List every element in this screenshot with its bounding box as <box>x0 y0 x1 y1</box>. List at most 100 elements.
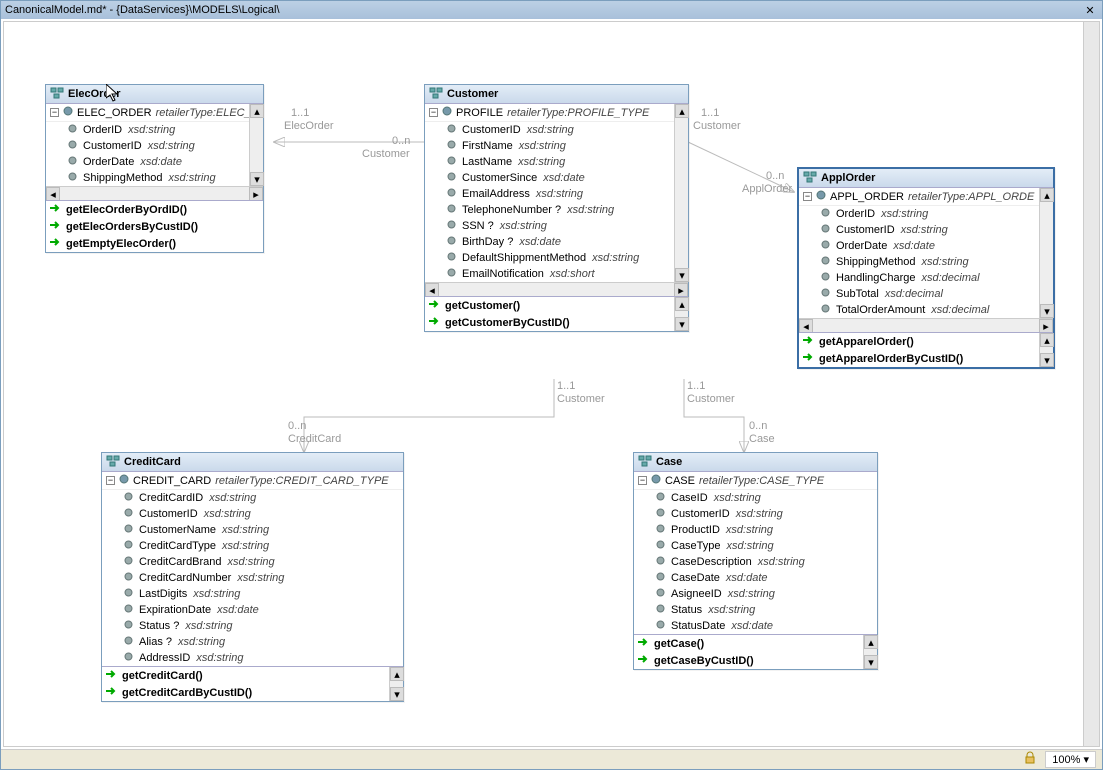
attr-row[interactable]: LastNamexsd:string <box>447 154 688 170</box>
method-row[interactable]: getCaseByCustID() <box>634 652 877 669</box>
method-name: getElecOrdersByCustID() <box>66 221 198 233</box>
attr-row[interactable]: EmailAddressxsd:string <box>447 186 688 202</box>
attr-type: xsd:string <box>708 604 755 616</box>
attr-row[interactable]: CustomerSincexsd:date <box>447 170 688 186</box>
attr-row[interactable]: BirthDay ?xsd:date <box>447 234 688 250</box>
entity-hscroll[interactable]: ◂▸ <box>799 318 1053 332</box>
attr-row[interactable]: CaseDatexsd:date <box>656 570 877 586</box>
methods-vscroll[interactable]: ▴▾ <box>863 635 877 669</box>
entity-vscroll[interactable]: ▴▾ <box>249 104 263 186</box>
method-row[interactable]: getEmptyElecOrder() <box>46 235 263 252</box>
attr-row[interactable]: CustomerIDxsd:string <box>124 506 403 522</box>
attr-row[interactable]: EmailNotificationxsd:short <box>447 266 688 282</box>
attr-row[interactable]: AsigneeIDxsd:string <box>656 586 877 602</box>
attr-row[interactable]: CreditCardIDxsd:string <box>124 490 403 506</box>
collapse-icon[interactable]: − <box>429 108 438 117</box>
attr-row[interactable]: CaseTypexsd:string <box>656 538 877 554</box>
attr-row[interactable]: OrderIDxsd:string <box>821 206 1053 222</box>
attr-row[interactable]: CustomerIDxsd:string <box>68 138 263 154</box>
attr-row[interactable]: CreditCardBrandxsd:string <box>124 554 403 570</box>
entity-header[interactable]: Customer <box>425 85 688 104</box>
zoom-combo[interactable]: 100% ▾ <box>1045 751 1096 768</box>
titlebar[interactable]: CanonicalModel.md* - {DataServices}\MODE… <box>1 1 1102 19</box>
entity-header[interactable]: Case <box>634 453 877 472</box>
entity-header[interactable]: ElecOrder <box>46 85 263 104</box>
type-bullet-icon <box>119 474 129 487</box>
entity-hscroll[interactable]: ◂▸ <box>46 186 263 200</box>
attr-row[interactable]: CustomerIDxsd:string <box>821 222 1053 238</box>
collapse-icon[interactable]: − <box>50 108 59 117</box>
type-row[interactable]: − ELEC_ORDER retailerType:ELEC_ <box>46 104 263 122</box>
methods-vscroll[interactable]: ▴▾ <box>389 667 403 701</box>
attr-row[interactable]: CaseDescriptionxsd:string <box>656 554 877 570</box>
attr-row[interactable]: CaseIDxsd:string <box>656 490 877 506</box>
attr-row[interactable]: LastDigitsxsd:string <box>124 586 403 602</box>
method-row[interactable]: getElecOrderByOrdID() <box>46 201 263 218</box>
attr-row[interactable]: Alias ?xsd:string <box>124 634 403 650</box>
attr-row[interactable]: DefaultShippmentMethodxsd:string <box>447 250 688 266</box>
method-row[interactable]: getCreditCard() <box>102 667 403 684</box>
entity-header[interactable]: CreditCard <box>102 453 403 472</box>
method-row[interactable]: getApparelOrder() <box>799 333 1053 350</box>
attr-bullet-icon <box>447 188 456 200</box>
type-bullet-icon <box>816 190 826 203</box>
attr-row[interactable]: CustomerIDxsd:string <box>656 506 877 522</box>
attr-row[interactable]: CustomerNamexsd:string <box>124 522 403 538</box>
diagram-canvas[interactable]: 1..1 ElecOrder 0..n Customer 1..1 Custom… <box>4 22 1099 746</box>
entity-hscroll[interactable]: ◂▸ <box>425 282 688 296</box>
statusbar: 100% ▾ <box>1 749 1102 769</box>
collapse-icon[interactable]: − <box>803 192 812 201</box>
attr-type: xsd:string <box>728 588 775 600</box>
method-row[interactable]: getCustomer() <box>425 297 688 314</box>
attr-row[interactable]: ShippingMethodxsd:string <box>68 170 263 186</box>
attr-bullet-icon <box>821 224 830 236</box>
methods-vscroll[interactable]: ▴▾ <box>1039 333 1053 367</box>
attr-row[interactable]: ShippingMethodxsd:string <box>821 254 1053 270</box>
entity-vscroll[interactable]: ▴▾ <box>1039 188 1053 318</box>
attr-row[interactable]: OrderDatexsd:date <box>821 238 1053 254</box>
attr-row[interactable]: SSN ?xsd:string <box>447 218 688 234</box>
attr-row[interactable]: TotalOrderAmountxsd:decimal <box>821 302 1053 318</box>
attr-row[interactable]: ProductIDxsd:string <box>656 522 877 538</box>
attr-row[interactable]: CreditCardTypexsd:string <box>124 538 403 554</box>
attr-row[interactable]: Status ?xsd:string <box>124 618 403 634</box>
conn-appl-far-card: 0..n <box>766 170 784 182</box>
attr-row[interactable]: Statusxsd:string <box>656 602 877 618</box>
type-row[interactable]: − PROFILE retailerType:PROFILE_TYPE <box>425 104 688 122</box>
attr-row[interactable]: ExpirationDatexsd:date <box>124 602 403 618</box>
type-row[interactable]: − CASE retailerType:CASE_TYPE <box>634 472 877 490</box>
type-name: PROFILE <box>456 107 503 119</box>
attr-row[interactable]: TelephoneNumber ?xsd:string <box>447 202 688 218</box>
attr-row[interactable]: HandlingChargexsd:decimal <box>821 270 1053 286</box>
entity-elecorder[interactable]: ElecOrder − ELEC_ORDER retailerType:ELEC… <box>45 84 264 253</box>
entity-vscroll[interactable]: ▴▾ <box>674 104 688 282</box>
attr-row[interactable]: AddressIDxsd:string <box>124 650 403 666</box>
collapse-icon[interactable]: − <box>638 476 647 485</box>
attr-name: AddressID <box>139 652 190 664</box>
attr-row[interactable]: CreditCardNumberxsd:string <box>124 570 403 586</box>
attr-row[interactable]: OrderDatexsd:date <box>68 154 263 170</box>
entity-applorder[interactable]: ApplOrder − APPL_ORDER retailerType:APPL… <box>797 167 1055 369</box>
attr-name: EmailNotification <box>462 268 544 280</box>
method-row[interactable]: getCreditCardByCustID() <box>102 684 403 701</box>
entity-header[interactable]: ApplOrder <box>799 169 1053 188</box>
methods-vscroll[interactable]: ▴▾ <box>674 297 688 331</box>
conn-elec-far-card: 0..n <box>392 135 410 147</box>
conn-elec-near-name: ElecOrder <box>284 120 334 132</box>
collapse-icon[interactable]: − <box>106 476 115 485</box>
attr-row[interactable]: FirstNamexsd:string <box>447 138 688 154</box>
type-row[interactable]: − APPL_ORDER retailerType:APPL_ORDE <box>799 188 1053 206</box>
type-row[interactable]: − CREDIT_CARD retailerType:CREDIT_CARD_T… <box>102 472 403 490</box>
attr-row[interactable]: SubTotalxsd:decimal <box>821 286 1053 302</box>
attr-row[interactable]: StatusDatexsd:date <box>656 618 877 634</box>
method-row[interactable]: getElecOrdersByCustID() <box>46 218 263 235</box>
entity-creditcard[interactable]: CreditCard − CREDIT_CARD retailerType:CR… <box>101 452 404 702</box>
method-row[interactable]: getCustomerByCustID() <box>425 314 688 331</box>
method-row[interactable]: getCase() <box>634 635 877 652</box>
method-row[interactable]: getApparelOrderByCustID() <box>799 350 1053 367</box>
entity-case[interactable]: Case − CASE retailerType:CASE_TYPE CaseI… <box>633 452 878 670</box>
attr-row[interactable]: OrderIDxsd:string <box>68 122 263 138</box>
close-icon[interactable]: ✕ <box>1082 3 1098 17</box>
entity-customer[interactable]: Customer − PROFILE retailerType:PROFILE_… <box>424 84 689 332</box>
attr-row[interactable]: CustomerIDxsd:string <box>447 122 688 138</box>
